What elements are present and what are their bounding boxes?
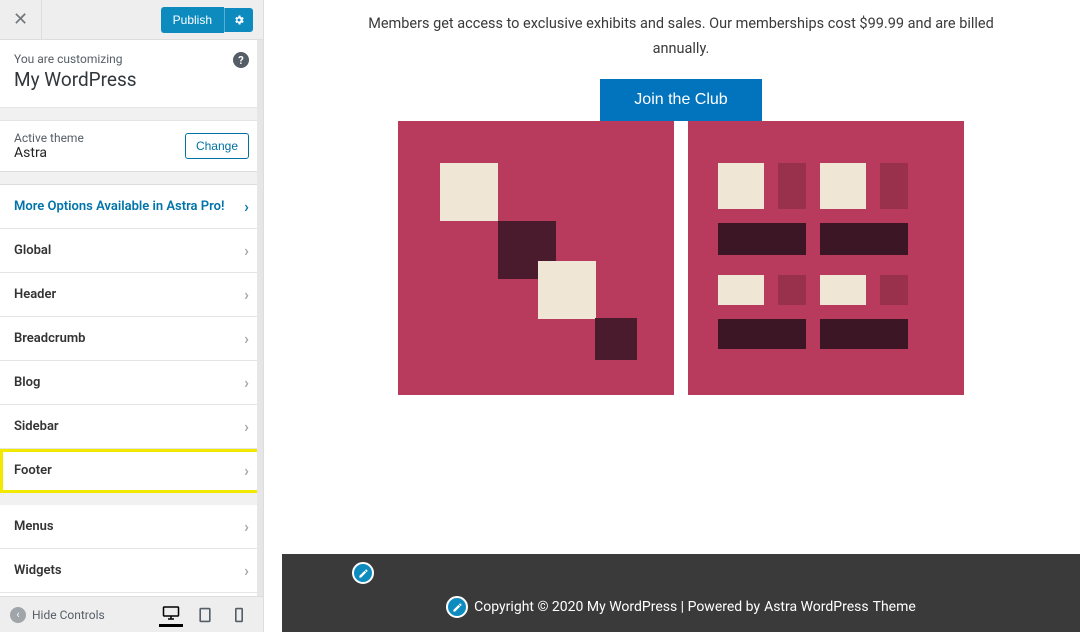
menu-item-homepage-settings[interactable]: Homepage Settings › [0,593,263,596]
site-footer: Copyright © 2020 My WordPress | Powered … [282,554,1080,632]
join-club-button[interactable]: Join the Club [600,79,761,121]
menu-item-sidebar[interactable]: Sidebar › [0,405,263,449]
membership-text: Members get access to exclusive exhibits… [282,0,1080,61]
publish-group: Publish [161,7,253,33]
customizer-menu: More Options Available in Astra Pro! › G… [0,184,263,596]
publish-button[interactable]: Publish [161,7,224,33]
chevron-right-icon: › [244,461,249,480]
menu-label: Sidebar [14,419,59,434]
site-title: My WordPress [14,68,249,91]
edit-shortcut-copyright[interactable] [446,596,468,618]
site-identity-block: You are customizing My WordPress ? [0,40,263,108]
menu-label: Menus [14,519,54,534]
device-tablet-button[interactable] [193,603,217,627]
active-theme-row: Active theme Astra Change [0,120,263,172]
chevron-right-icon: › [244,561,249,580]
menu-label: Global [14,243,51,258]
hide-controls-label: Hide Controls [32,608,105,622]
active-theme-name: Astra [14,145,185,161]
hide-controls-button[interactable]: ‹ Hide Controls [4,607,159,623]
menu-item-astra-pro[interactable]: More Options Available in Astra Pro! › [0,184,263,229]
menu-label: More Options Available in Astra Pro! [14,199,224,214]
device-preview-buttons [159,603,259,627]
customizing-label: You are customizing [14,52,249,66]
menu-label: Widgets [14,563,62,578]
menu-item-widgets[interactable]: Widgets › [0,549,263,593]
help-icon[interactable]: ? [233,52,249,68]
customizer-panel: ✕ Publish You are customizing My WordPre… [0,0,264,632]
menu-item-menus[interactable]: Menus › [0,505,263,549]
preview-frame: Members get access to exclusive exhibits… [282,0,1080,632]
chevron-right-icon: › [244,329,249,348]
close-button[interactable]: ✕ [0,0,42,40]
active-theme-label: Active theme [14,131,185,145]
panel-footer: ‹ Hide Controls [0,596,263,632]
chevron-right-icon: › [244,241,249,260]
panel-topbar: ✕ Publish [0,0,263,40]
edit-shortcut-footer-widgets[interactable] [352,562,374,584]
footer-copyright-text: Copyright © 2020 My WordPress | Powered … [474,599,760,615]
chevron-right-icon: › [244,417,249,436]
menu-label: Header [14,287,56,302]
chevron-right-icon: › [244,373,249,392]
image-tile-diagonal [398,121,674,395]
menu-item-footer[interactable]: Footer › [0,449,263,493]
menu-item-blog[interactable]: Blog › [0,361,263,405]
menu-item-header[interactable]: Header › [0,273,263,317]
device-desktop-button[interactable] [159,603,183,627]
chevron-right-icon: › [244,197,249,216]
menu-label: Breadcrumb [14,331,85,346]
menu-label: Footer [14,463,52,478]
menu-item-global[interactable]: Global › [0,229,263,273]
footer-suffix-text: Theme [873,599,916,615]
device-mobile-button[interactable] [227,603,251,627]
collapse-left-icon: ‹ [10,607,26,623]
change-theme-button[interactable]: Change [185,133,249,159]
footer-theme-link[interactable]: Astra WordPress [764,599,869,615]
publish-settings-button[interactable] [224,8,253,32]
image-tile-grid [688,121,964,395]
menu-item-breadcrumb[interactable]: Breadcrumb › [0,317,263,361]
chevron-right-icon: › [244,285,249,304]
chevron-right-icon: › [244,517,249,536]
panel-scrollbar[interactable] [257,40,263,596]
menu-label: Blog [14,375,40,390]
image-tiles-row [282,121,1080,395]
